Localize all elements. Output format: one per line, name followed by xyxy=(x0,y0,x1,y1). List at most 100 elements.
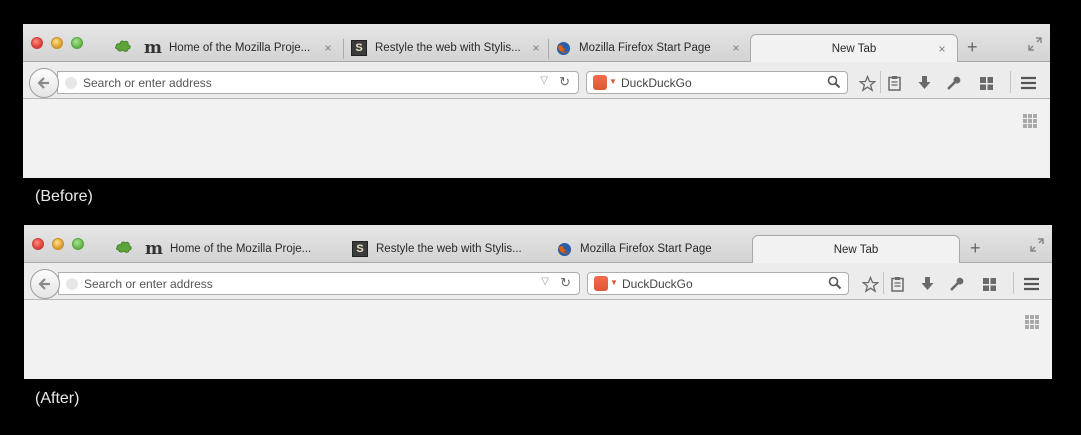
tab-label: Home of the Mozilla Proje... xyxy=(169,42,311,54)
duckduckgo-icon[interactable] xyxy=(594,276,608,291)
tab-label: Restyle the web with Stylis... xyxy=(376,243,522,255)
url-bar[interactable]: ▽ ↻ xyxy=(57,71,579,94)
puzzle-icon[interactable] xyxy=(114,38,132,54)
download-icon xyxy=(921,277,933,290)
magnifier-icon[interactable] xyxy=(827,75,841,89)
toolbar-separator xyxy=(1010,71,1011,93)
history-dropdown-icon[interactable]: ▽ xyxy=(540,75,548,86)
arrow-left-icon xyxy=(38,278,50,290)
history-dropdown-icon[interactable]: ▽ xyxy=(541,276,549,287)
tab-separator xyxy=(548,39,549,59)
toolbar-separator xyxy=(880,71,881,93)
tab-separator xyxy=(343,39,344,59)
page-content xyxy=(23,100,1050,178)
clipboard-icon xyxy=(890,277,904,292)
tab-label: Mozilla Firefox Start Page xyxy=(580,243,712,255)
clipboard-icon xyxy=(887,76,901,91)
fullscreen-icon[interactable] xyxy=(1030,238,1044,252)
globe-icon xyxy=(65,77,77,89)
tools-button[interactable] xyxy=(945,74,963,92)
search-input[interactable] xyxy=(621,75,821,91)
download-icon xyxy=(918,76,930,89)
window-close-button[interactable] xyxy=(31,37,43,49)
browser-window: m Home of the Mozilla Proje... S Restyle… xyxy=(24,225,1052,379)
url-input[interactable] xyxy=(84,276,524,292)
close-icon[interactable]: × xyxy=(729,41,743,55)
tab-new-tab[interactable]: New Tab xyxy=(752,235,960,264)
globe-icon xyxy=(66,278,78,290)
tab-label: New Tab xyxy=(831,43,877,55)
panel-icon xyxy=(979,76,993,90)
panel-button[interactable] xyxy=(980,275,998,293)
url-input[interactable] xyxy=(83,75,523,91)
tab-stylish[interactable]: S Restyle the web with Stylis... xyxy=(352,235,548,263)
tab-new-tab[interactable]: New Tab × xyxy=(750,34,958,63)
fullscreen-icon[interactable] xyxy=(1028,37,1042,51)
bookmark-star-button[interactable] xyxy=(858,74,876,92)
tab-mozilla[interactable]: m Home of the Mozilla Proje... xyxy=(145,235,340,263)
panel-caption: (After) xyxy=(35,390,80,407)
puzzle-icon[interactable] xyxy=(115,239,133,255)
reading-list-button[interactable] xyxy=(885,74,903,92)
tools-button[interactable] xyxy=(948,275,966,293)
star-icon xyxy=(861,275,879,293)
tab-label: Home of the Mozilla Proje... xyxy=(170,243,312,255)
tab-firefox-start[interactable]: Mozilla Firefox Start Page × xyxy=(555,34,747,62)
wrench-icon xyxy=(947,76,961,90)
panel-button[interactable] xyxy=(977,74,995,92)
toolbar-separator xyxy=(1013,272,1014,294)
search-bar[interactable]: ▼ xyxy=(586,71,848,94)
url-bar[interactable]: ▽ ↻ xyxy=(58,272,580,295)
grid-icon[interactable] xyxy=(1025,315,1039,329)
bookmark-star-button[interactable] xyxy=(861,275,879,293)
firefox-icon xyxy=(555,40,571,56)
stylish-s-icon: S xyxy=(351,40,367,56)
mozilla-m-icon: m xyxy=(144,38,162,58)
search-bar[interactable]: ▼ xyxy=(587,272,849,295)
window-maximize-button[interactable] xyxy=(72,238,84,250)
grid-icon[interactable] xyxy=(1023,114,1037,128)
close-icon[interactable]: × xyxy=(935,42,949,56)
firefox-icon xyxy=(556,241,572,257)
tab-stylish[interactable]: S Restyle the web with Stylis... × xyxy=(351,34,547,62)
page-content xyxy=(24,301,1052,379)
close-icon[interactable]: × xyxy=(321,41,335,55)
tab-firefox-start[interactable]: Mozilla Firefox Start Page xyxy=(556,235,748,263)
nav-bar: ▽ ↻ ▼ xyxy=(24,263,1052,300)
wrench-icon xyxy=(950,277,964,291)
browser-window: m Home of the Mozilla Proje... × S Resty… xyxy=(23,24,1050,178)
menu-button[interactable] xyxy=(1022,275,1040,293)
close-icon[interactable]: × xyxy=(529,41,543,55)
window-minimize-button[interactable] xyxy=(51,37,63,49)
menu-button[interactable] xyxy=(1019,74,1037,92)
window-close-button[interactable] xyxy=(32,238,44,250)
chevron-down-icon[interactable]: ▼ xyxy=(610,278,618,287)
tab-strip: m Home of the Mozilla Proje... S Restyle… xyxy=(24,225,1052,264)
downloads-button[interactable] xyxy=(918,275,936,293)
window-minimize-button[interactable] xyxy=(52,238,64,250)
search-input[interactable] xyxy=(622,276,822,292)
window-maximize-button[interactable] xyxy=(71,37,83,49)
star-icon xyxy=(858,74,876,92)
duckduckgo-icon[interactable] xyxy=(593,75,607,90)
panel-caption: (Before) xyxy=(35,188,93,205)
nav-bar: ▽ ↻ ▼ xyxy=(23,62,1050,99)
hamburger-icon xyxy=(1023,277,1039,291)
tab-label: Mozilla Firefox Start Page xyxy=(579,42,711,54)
tab-mozilla[interactable]: m Home of the Mozilla Proje... × xyxy=(144,34,339,62)
reload-icon[interactable]: ↻ xyxy=(559,74,570,90)
chevron-down-icon[interactable]: ▼ xyxy=(609,77,617,86)
reload-icon[interactable]: ↻ xyxy=(560,275,571,291)
reading-list-button[interactable] xyxy=(888,275,906,293)
back-button[interactable] xyxy=(29,68,59,98)
magnifier-icon[interactable] xyxy=(828,276,842,290)
stylish-s-icon: S xyxy=(352,241,368,257)
arrow-left-icon xyxy=(37,77,49,89)
hamburger-icon xyxy=(1020,76,1036,90)
downloads-button[interactable] xyxy=(915,74,933,92)
new-tab-button[interactable]: + xyxy=(970,239,981,257)
toolbar-separator xyxy=(883,272,884,294)
new-tab-button[interactable]: + xyxy=(967,38,978,56)
back-button[interactable] xyxy=(30,269,60,299)
mozilla-m-icon: m xyxy=(145,239,163,259)
